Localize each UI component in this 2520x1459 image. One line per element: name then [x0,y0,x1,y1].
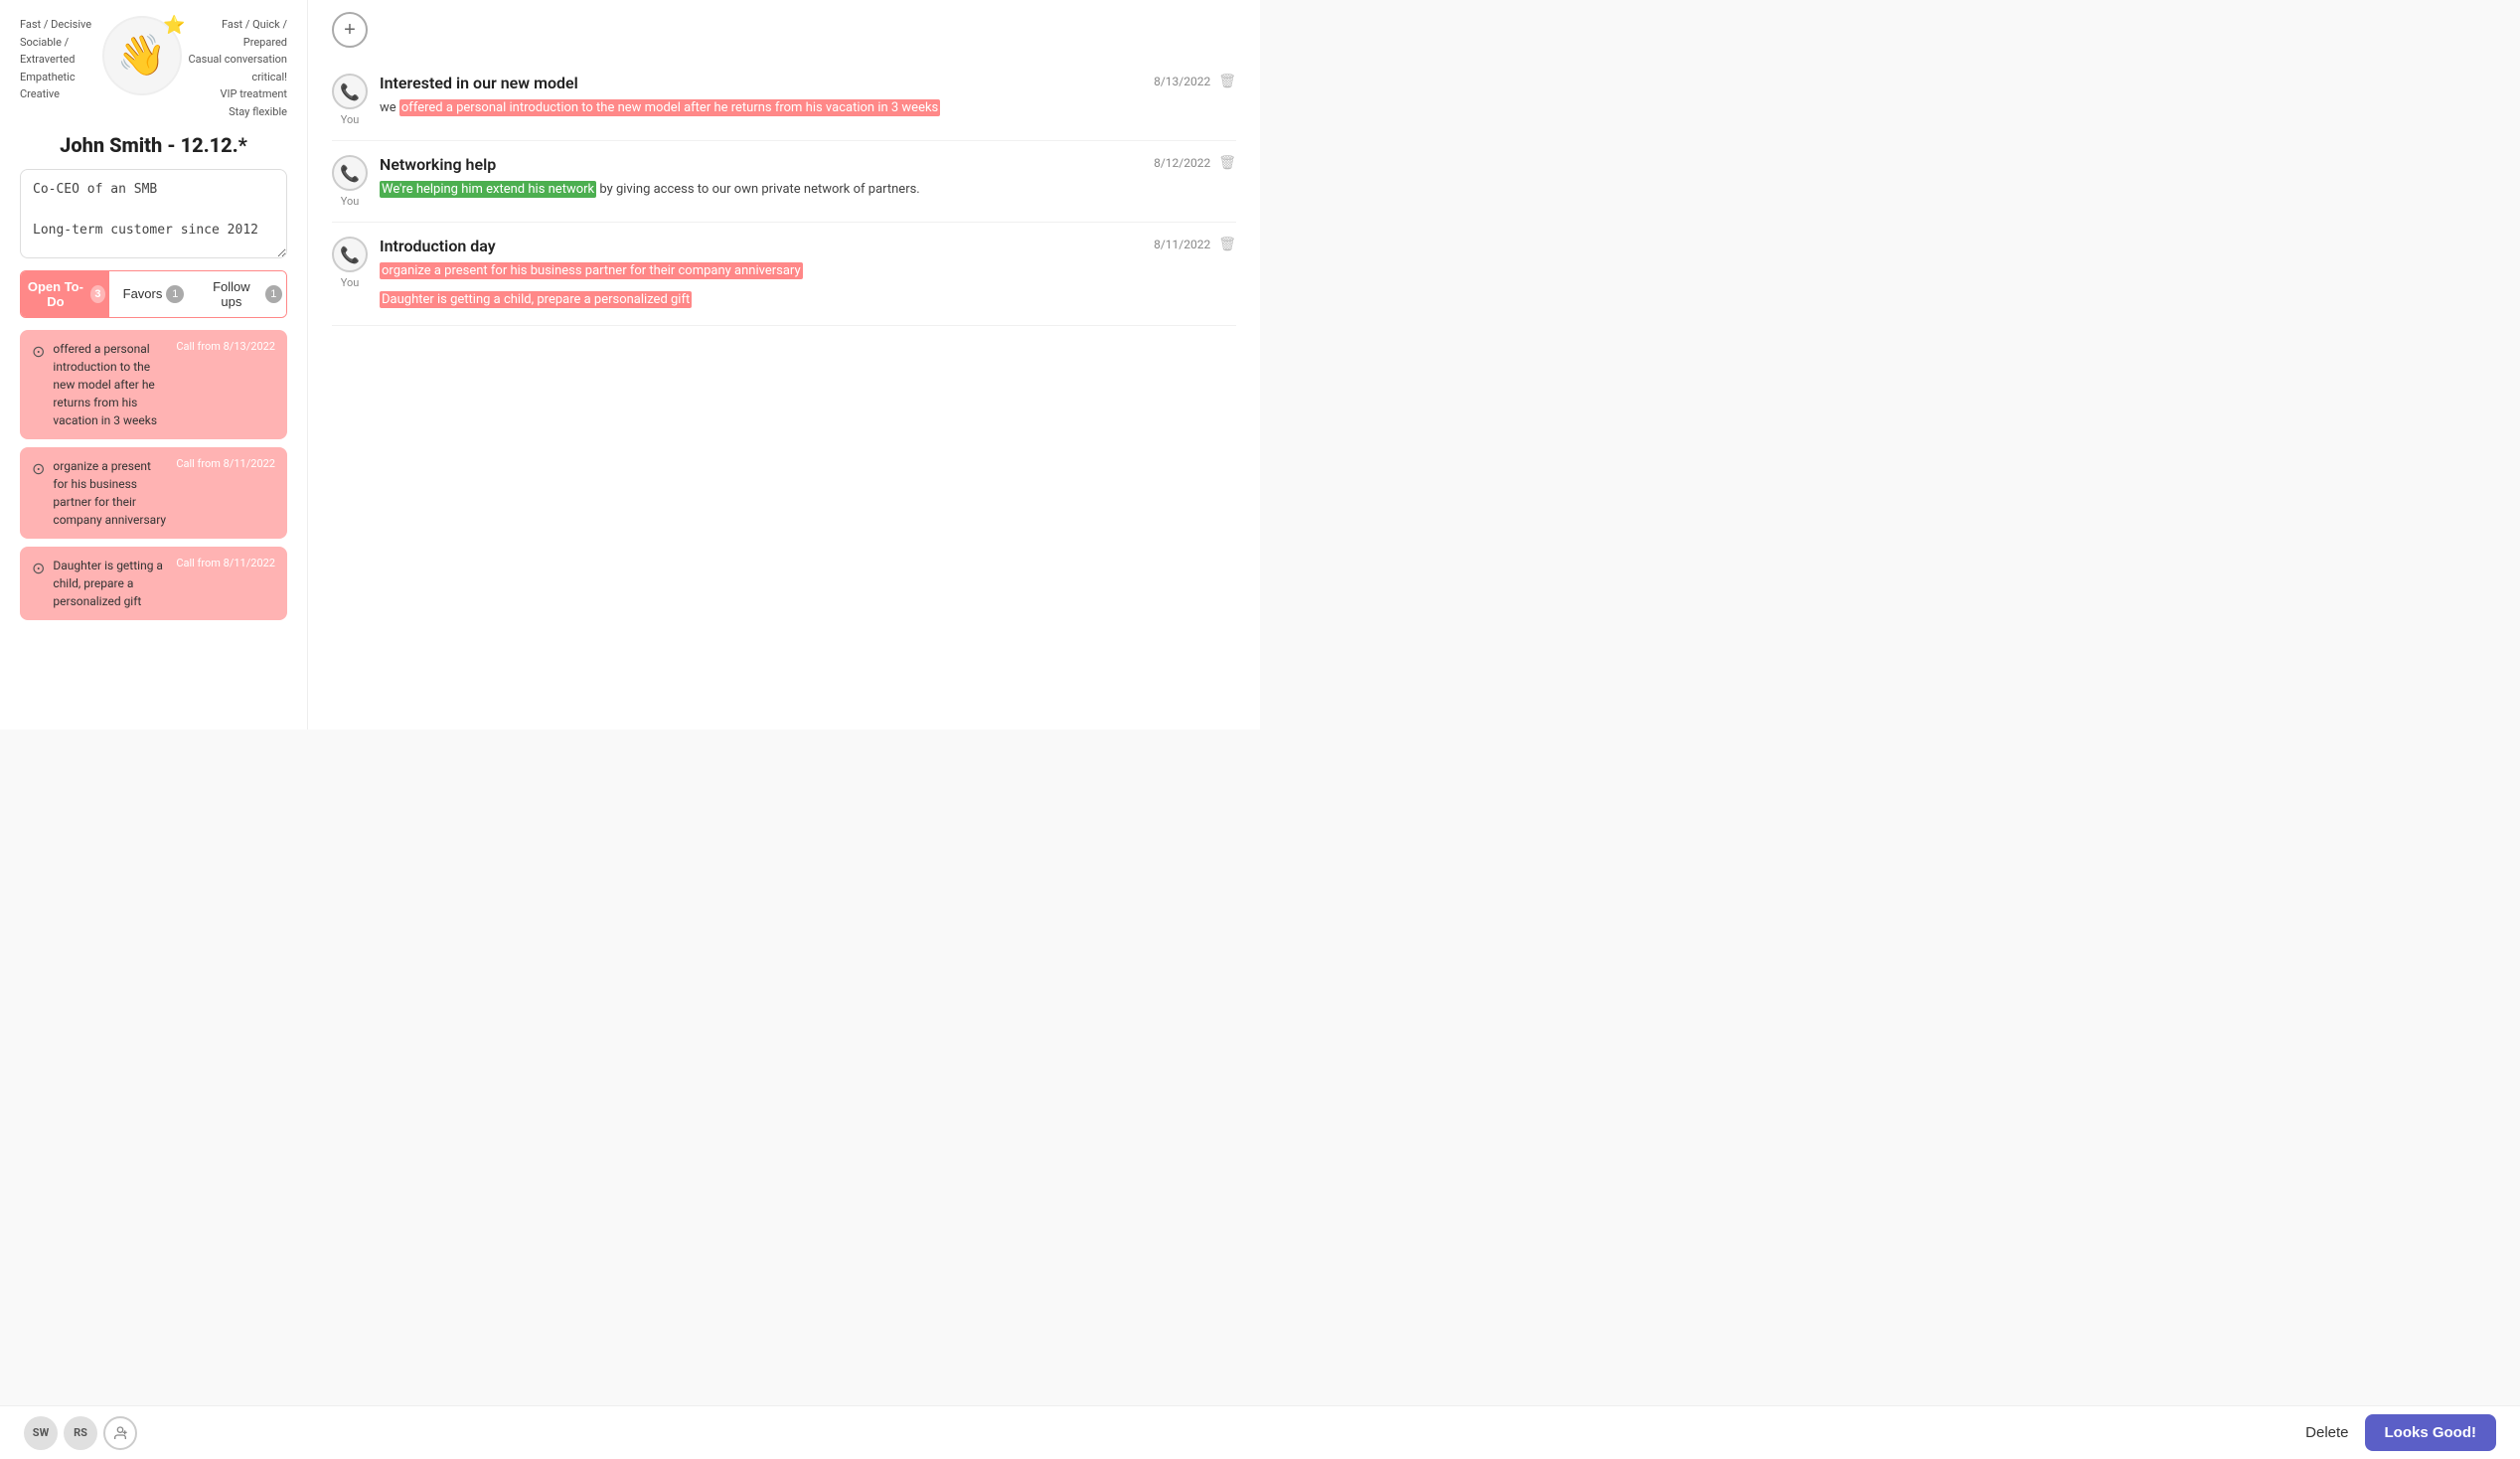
tab-favors[interactable]: Favors 1 [109,271,198,317]
tab-followups-label: Follow ups [202,279,261,309]
call-text-2: We're helping him extend his network by … [380,180,1236,201]
add-call-button[interactable]: + [332,12,368,48]
call-title-3: Introduction day [380,237,1236,255]
trait-1: Fast / Decisive [20,16,102,34]
profile-notes[interactable] [20,169,287,258]
todo-check-3: ⊙ [32,559,45,577]
call-icon-1: 📞 [332,74,368,109]
call-meta-1: 8/13/2022 🗑 [1146,74,1236,89]
tab-open-todo[interactable]: Open To-Do 3 [21,271,109,317]
tab-favors-label: Favors [123,286,163,301]
todo-text-3: Daughter is getting a child, prepare a p… [53,557,168,610]
call-icon-col-1: 📞 You [332,74,368,126]
tab-followups-badge: 1 [265,285,282,303]
call-highlight-1: offered a personal introduction to the n… [399,99,940,116]
call-text-1: we offered a personal introduction to th… [380,98,1236,119]
user-avatar-sw: SW [24,1416,58,1450]
call-meta-3: 8/11/2022 🗑 [1146,237,1236,252]
trait-r2: Casual conversation critical! [182,51,287,85]
call-body-3: Introduction day organize a present for … [380,237,1236,311]
call-entry-3: 📞 You Introduction day organize a presen… [332,223,1236,326]
looks-good-button[interactable]: Looks Good! [2365,1414,2497,1451]
call-text-3: organize a present for his business part… [380,261,1236,282]
user-avatar-rs: RS [64,1416,97,1450]
star-badge: ⭐ [163,12,185,41]
call-text-3b: Daughter is getting a child, prepare a p… [380,290,1236,311]
todo-check-1: ⊙ [32,342,45,361]
todo-date-2: Call from 8/11/2022 [176,457,275,470]
tab-favors-badge: 1 [166,285,184,303]
delete-button[interactable]: Delete [2305,1424,2348,1441]
call-body-2: Networking help We're helping him extend… [380,155,1236,201]
call-you-label-2: You [341,195,360,208]
todo-list: ⊙ offered a personal introduction to the… [20,330,287,620]
todo-check-2: ⊙ [32,459,45,478]
profile-name: John Smith - 12.12.* [20,133,287,157]
call-body-1: Interested in our new model we offered a… [380,74,1236,119]
call-date-2: 8/12/2022 [1154,156,1210,170]
tab-open-todo-label: Open To-Do [25,279,86,309]
bottom-bar: SW RS Delete Looks Good! [0,1405,2520,1459]
traits-right: Fast / Quick / Prepared Casual conversat… [182,16,287,121]
todo-item-3[interactable]: ⊙ Daughter is getting a child, prepare a… [20,547,287,620]
call-title-2: Networking help [380,155,1236,174]
call-text-after-2: by giving access to our own private netw… [596,182,920,197]
call-title-1: Interested in our new model [380,74,1236,92]
avatar-container: 👋 ⭐ [102,16,182,95]
user-avatars: SW RS [24,1416,137,1450]
call-highlight-2: We're helping him extend his network [380,181,596,198]
call-entry-2: 📞 You Networking help We're helping him … [332,141,1236,223]
todo-date-3: Call from 8/11/2022 [176,557,275,569]
tabs-container: Open To-Do 3 Favors 1 Follow ups 1 [20,270,287,318]
profile-header: Fast / Decisive Sociable / Extraverted E… [20,16,287,121]
todo-text-2: organize a present for his business part… [53,457,168,529]
todo-text-1: offered a personal introduction to the n… [53,340,168,429]
avatar-emoji: 👋 [117,24,167,87]
call-icon-col-3: 📞 You [332,237,368,289]
call-date-3: 8/11/2022 [1154,238,1210,251]
delete-icon-3[interactable]: 🗑 [1218,237,1236,252]
trait-r1: Fast / Quick / Prepared [182,16,287,51]
add-button-row: + [332,12,1236,48]
trait-2: Sociable / Extraverted [20,34,102,69]
call-highlight-3a: organize a present for his business part… [380,262,803,279]
todo-item-1[interactable]: ⊙ offered a personal introduction to the… [20,330,287,439]
trait-r4: Stay flexible [182,103,287,121]
call-highlight-3b: Daughter is getting a child, prepare a p… [380,291,692,308]
call-date-1: 8/13/2022 [1154,75,1210,88]
traits-left: Fast / Decisive Sociable / Extraverted E… [20,16,102,121]
right-panel: + 📞 You Interested in our new model we o… [308,0,1260,730]
call-text-before-1: we [380,100,399,115]
call-meta-2: 8/12/2022 🗑 [1146,155,1236,171]
call-entry-1: 📞 You Interested in our new model we off… [332,60,1236,141]
delete-icon-1[interactable]: 🗑 [1218,74,1236,89]
trait-r3: VIP treatment [182,85,287,103]
traits-row: Fast / Decisive Sociable / Extraverted E… [20,16,287,121]
delete-icon-2[interactable]: 🗑 [1218,155,1236,171]
call-you-label-1: You [341,113,360,126]
call-icon-3: 📞 [332,237,368,272]
todo-item-2[interactable]: ⊙ organize a present for his business pa… [20,447,287,539]
left-panel: Fast / Decisive Sociable / Extraverted E… [0,0,308,730]
add-user-button[interactable] [103,1416,137,1450]
tab-followups[interactable]: Follow ups 1 [198,271,286,317]
bottom-right: Delete Looks Good! [2305,1414,2496,1451]
tab-open-todo-badge: 3 [90,285,105,303]
trait-4: Creative [20,85,102,103]
todo-date-1: Call from 8/13/2022 [176,340,275,353]
call-you-label-3: You [341,276,360,289]
call-icon-2: 📞 [332,155,368,191]
call-icon-col-2: 📞 You [332,155,368,208]
trait-3: Empathetic [20,69,102,86]
